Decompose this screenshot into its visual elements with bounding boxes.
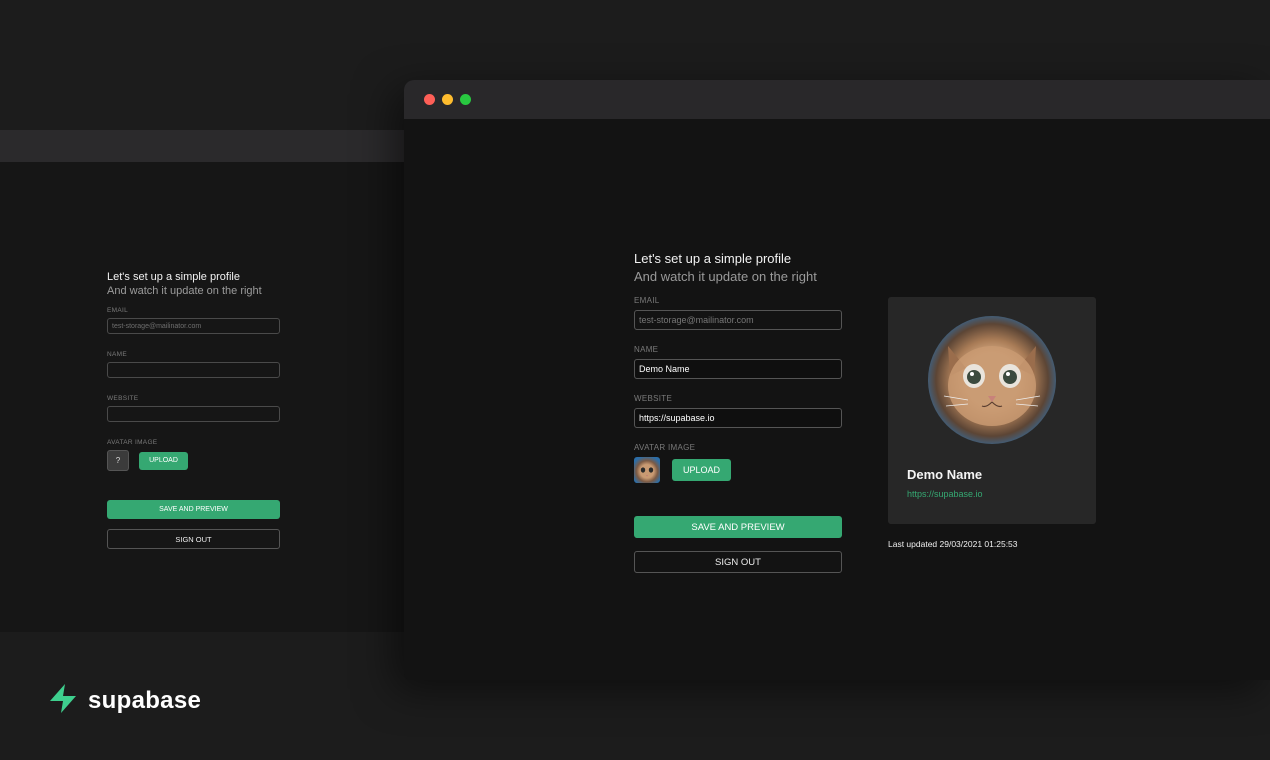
background-profile-form: Let's set up a simple profile And watch … <box>107 271 280 549</box>
profile-preview-card: Demo Name https://supabase.io <box>888 297 1096 524</box>
form-title: Let's set up a simple profile <box>107 271 240 283</box>
save-and-preview-button[interactable]: SAVE AND PREVIEW <box>107 500 280 519</box>
save-and-preview-button[interactable]: SAVE AND PREVIEW <box>634 516 842 538</box>
avatar-row: ? UPLOAD <box>107 450 280 471</box>
email-label: EMAIL <box>634 296 660 305</box>
avatar-thumbnail <box>634 457 660 483</box>
maximize-window-button[interactable] <box>460 94 471 105</box>
avatar-row: UPLOAD <box>634 457 842 483</box>
app-window: Let's set up a simple profile And watch … <box>404 80 1270 680</box>
upload-button[interactable]: UPLOAD <box>672 459 731 481</box>
profile-form: Let's set up a simple profile And watch … <box>634 251 842 573</box>
email-field[interactable]: test-storage@mailinator.com <box>634 310 842 330</box>
website-label: WEBSITE <box>634 394 673 403</box>
form-subtitle: And watch it update on the right <box>107 285 262 297</box>
supabase-logo: supabase <box>48 683 201 719</box>
email-field[interactable]: test-storage@mailinator.com <box>107 318 280 334</box>
profile-name: Demo Name <box>907 467 983 482</box>
background-window-titlebar <box>0 130 404 162</box>
avatar-label: AVATAR IMAGE <box>634 443 696 452</box>
sign-out-button[interactable]: SIGN OUT <box>107 529 280 549</box>
background-app-window: Let's set up a simple profile And watch … <box>0 130 404 632</box>
avatar-placeholder: ? <box>107 450 129 471</box>
last-updated-text: Last updated 29/03/2021 01:25:53 <box>888 539 1018 549</box>
brand-name: supabase <box>88 687 202 714</box>
website-field[interactable]: https://supabase.io <box>634 408 842 428</box>
sign-out-button[interactable]: SIGN OUT <box>634 551 842 573</box>
form-subtitle: And watch it update on the right <box>634 269 817 284</box>
minimize-window-button[interactable] <box>442 94 453 105</box>
name-label: NAME <box>634 345 659 354</box>
avatar-label: AVATAR IMAGE <box>107 439 158 446</box>
email-label: EMAIL <box>107 307 129 314</box>
website-field[interactable] <box>107 406 280 422</box>
avatar <box>928 316 1056 444</box>
upload-button[interactable]: UPLOAD <box>139 451 188 470</box>
close-window-button[interactable] <box>424 94 435 105</box>
name-field[interactable]: Demo Name <box>634 359 842 379</box>
name-field[interactable] <box>107 362 280 378</box>
website-label: WEBSITE <box>107 395 139 402</box>
supabase-bolt-icon <box>48 683 78 719</box>
profile-website-link[interactable]: https://supabase.io <box>907 489 983 499</box>
window-titlebar <box>404 80 1270 119</box>
name-label: NAME <box>107 351 127 358</box>
form-title: Let's set up a simple profile <box>634 251 792 266</box>
